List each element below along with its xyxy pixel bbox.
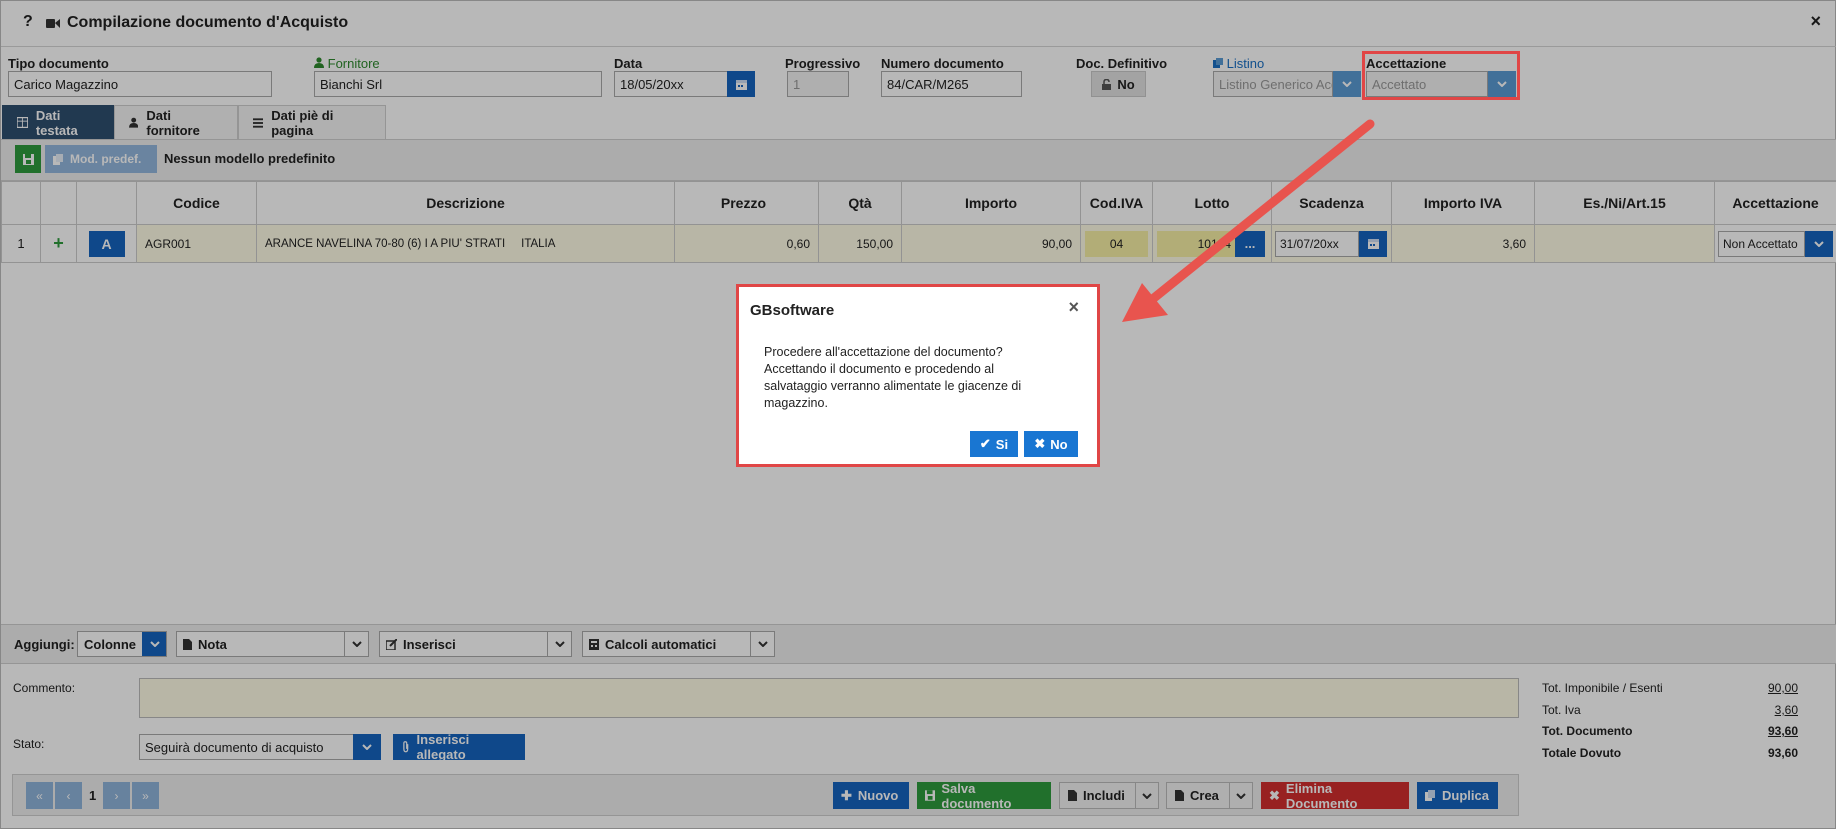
close-icon: ✖: [1034, 436, 1046, 451]
dialog-no-label: No: [1050, 436, 1068, 452]
dialog-yes-button[interactable]: ✔ Si: [970, 431, 1018, 457]
dialog-no-button[interactable]: ✖ No: [1024, 431, 1078, 457]
dialog-title: GBsoftware: [750, 302, 835, 319]
dialog-message: Procedere all'accettazione del documento…: [764, 345, 1022, 410]
dialog-close-button[interactable]: ×: [1068, 297, 1079, 318]
confirm-dialog: GBsoftware × Procedere all'accettazione …: [739, 287, 1097, 464]
dialog-yes-label: Si: [995, 436, 1009, 452]
check-icon: ✔: [979, 436, 991, 451]
